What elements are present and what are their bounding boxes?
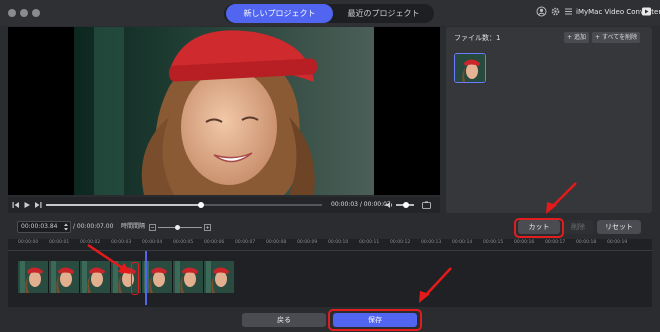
- timeline-tick-label: 00:00:11: [359, 240, 380, 245]
- settings-gear-icon[interactable]: [550, 6, 561, 17]
- timeline-tick-label: 00:00:17: [545, 240, 566, 245]
- file-thumbnail[interactable]: [454, 53, 486, 83]
- clip-thumbnail: [173, 261, 203, 293]
- timeline-tick-label: 00:00:00: [18, 240, 39, 245]
- timeline-tick-label: 00:00:04: [142, 240, 163, 245]
- tab-recent-projects[interactable]: 最近のプロジェクト: [335, 4, 432, 23]
- add-file-button[interactable]: + 追加: [564, 32, 589, 43]
- delete-all-button[interactable]: + すべてを削除: [592, 32, 641, 43]
- file-count-label: ファイル数：1: [454, 34, 501, 42]
- timeline-tick-label: 00:00:09: [297, 240, 318, 245]
- title-bar: 新しいプロジェクト 最近のプロジェクト iMyMac Video Convert…: [0, 0, 660, 26]
- ruler-baseline: [8, 250, 652, 251]
- plus-icon: +: [567, 34, 574, 41]
- timeline-tick-label: 00:00:12: [390, 240, 411, 245]
- plus-icon: +: [595, 34, 602, 41]
- clip-strip[interactable]: [18, 261, 234, 293]
- video-frame-image: [74, 27, 374, 195]
- add-file-label: 追加: [573, 34, 586, 41]
- clip-thumbnail: [204, 261, 234, 293]
- delete-button[interactable]: 削除: [563, 220, 593, 234]
- save-button-highlight: [328, 309, 422, 331]
- reset-button[interactable]: リセット: [597, 220, 641, 234]
- clip-thumbnail: [80, 261, 110, 293]
- clip-thumbnail: [49, 261, 79, 293]
- video-preview[interactable]: [8, 27, 440, 195]
- playhead-highlight: [131, 262, 139, 295]
- progress-fill: [46, 204, 201, 206]
- timeline-tick-label: 00:00:06: [204, 240, 225, 245]
- timeline-tick-label: 00:00:02: [80, 240, 101, 245]
- timeline-tick-label: 00:00:05: [173, 240, 194, 245]
- skip-forward-icon[interactable]: [34, 201, 42, 209]
- timeline-ruler: 00:00:00 00:00:01 00:00:02 00:00:03 00:00:04…: [18, 240, 638, 250]
- file-list-panel: ファイル数：1 + 追加 + すべてを削除: [446, 27, 652, 213]
- total-time-label: / 00:00:07.00: [73, 223, 114, 230]
- back-button[interactable]: 戻る: [242, 313, 326, 327]
- volume-icon[interactable]: [385, 201, 393, 209]
- zoom-out-icon[interactable]: [149, 224, 156, 231]
- interval-label: 時間間隔: [121, 223, 146, 230]
- timeline-tick-label: 00:00:01: [49, 240, 70, 245]
- cut-button-highlight: [514, 218, 564, 238]
- timeline-tick-label: 00:00:14: [452, 240, 473, 245]
- interval-slider-handle[interactable]: [175, 225, 180, 230]
- progress-handle[interactable]: [198, 202, 204, 208]
- timeline-tick-label: 00:00:19: [607, 240, 628, 245]
- progress-track[interactable]: [46, 204, 322, 206]
- app-logo-icon: [642, 7, 651, 16]
- timeline[interactable]: 00:00:00 00:00:01 00:00:02 00:00:03 00:00:04…: [8, 239, 652, 307]
- close-window-icon[interactable]: [8, 9, 16, 17]
- play-icon[interactable]: [23, 201, 31, 209]
- timeline-tick-label: 00:00:03: [111, 240, 132, 245]
- timeline-tick-label: 00:00:15: [483, 240, 504, 245]
- timeline-tick-label: 00:00:07: [235, 240, 256, 245]
- maximize-window-icon[interactable]: [32, 9, 40, 17]
- timeline-tick-label: 00:00:18: [576, 240, 597, 245]
- project-tabs: 新しいプロジェクト 最近のプロジェクト: [224, 4, 434, 23]
- tab-new-project[interactable]: 新しいプロジェクト: [226, 4, 333, 23]
- timeline-tick-label: 00:00:08: [266, 240, 287, 245]
- timeline-tick-label: 00:00:13: [421, 240, 442, 245]
- time-display: 00:00:03 / 00:00:07: [331, 201, 391, 208]
- interval-slider[interactable]: [158, 227, 202, 228]
- minimize-window-icon[interactable]: [20, 9, 28, 17]
- snapshot-icon[interactable]: [422, 201, 431, 209]
- time-stepper-icon[interactable]: [63, 222, 69, 232]
- menu-icon[interactable]: [563, 6, 574, 17]
- timeline-tick-label: 00:00:10: [328, 240, 349, 245]
- delete-all-label: すべてを削除: [601, 34, 638, 41]
- account-icon[interactable]: [536, 6, 547, 17]
- skip-back-icon[interactable]: [12, 201, 20, 209]
- timeline-tick-label: 00:00:16: [514, 240, 535, 245]
- zoom-in-icon[interactable]: [204, 224, 211, 231]
- clip-thumbnail: [18, 261, 48, 293]
- player-controls: 00:00:03 / 00:00:07: [8, 197, 440, 213]
- volume-handle[interactable]: [403, 202, 409, 208]
- timeline-playhead[interactable]: [145, 251, 148, 305]
